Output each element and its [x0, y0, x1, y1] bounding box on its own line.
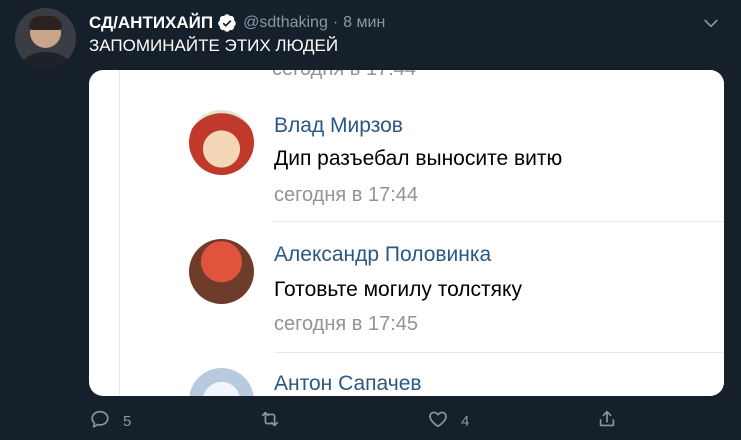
commenter-avatar	[189, 110, 254, 175]
comment-date: сегодня в 17:44	[274, 184, 418, 206]
comment-text: Готовьте могилу толстяку	[274, 278, 522, 301]
share-icon	[596, 408, 618, 434]
verified-badge-icon	[217, 13, 237, 33]
tweet-text: ЗАПОМИНАЙТЕ ЭТИХ ЛЮДЕЙ	[89, 36, 339, 55]
retweet-icon	[259, 408, 281, 434]
avatar-shirt	[21, 52, 71, 69]
author-name[interactable]: СД/АНТИХАЙП	[89, 13, 213, 33]
author-handle[interactable]: @sdthaking	[243, 14, 328, 32]
comment-date: сегодня в 17:45	[274, 313, 418, 335]
comment-divider	[274, 221, 724, 222]
separator-dot: ·	[332, 14, 339, 31]
tweet-image[interactable]: сегодня в 17:44 Влад Мирзов Дип разъебал…	[89, 70, 724, 396]
vk-comments-screenshot: сегодня в 17:44 Влад Мирзов Дип разъебал…	[119, 70, 724, 396]
commenter-avatar	[189, 239, 254, 304]
comment-text: Дип разъебал выносите витю	[274, 147, 563, 170]
reply-count: 5	[123, 412, 132, 430]
chevron-down-icon[interactable]	[701, 13, 721, 33]
avatar-hair	[29, 16, 62, 30]
like-count: 4	[461, 412, 470, 430]
tweet-time[interactable]: 8 мин	[343, 14, 385, 32]
retweet-button[interactable]	[259, 408, 293, 434]
commenter-name: Антон Сапачев	[274, 372, 422, 395]
tweet-header: СД/АНТИХАЙП @sdthaking · 8 мин	[89, 12, 721, 34]
tweet-actions: 5 4	[89, 408, 629, 434]
like-button[interactable]: 4	[427, 408, 469, 434]
cut-off-timestamp: сегодня в 17:44	[272, 70, 416, 81]
commenter-name: Влад Мирзов	[274, 114, 403, 137]
commenter-name: Александр Половинка	[274, 243, 492, 266]
heart-icon	[427, 408, 449, 434]
share-button[interactable]	[596, 408, 618, 434]
reply-button[interactable]: 5	[89, 408, 131, 434]
author-avatar[interactable]	[15, 8, 76, 69]
comment-divider	[274, 352, 724, 353]
reply-icon	[89, 408, 111, 434]
commenter-avatar	[189, 368, 254, 396]
